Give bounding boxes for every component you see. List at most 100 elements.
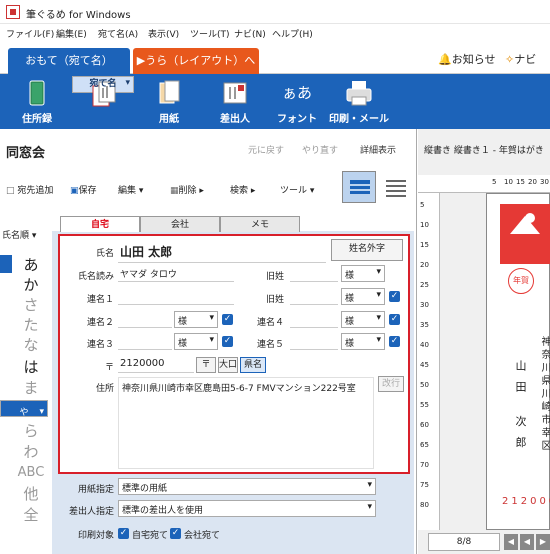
tab-home[interactable]: 自宅 (60, 216, 140, 232)
notice-link[interactable]: 🔔お知らせ (438, 51, 495, 67)
vruler-label: 40 (420, 341, 429, 349)
delete-button[interactable]: ▦削除 ▸ (170, 183, 204, 196)
navi-link[interactable]: ✧ナビ (505, 51, 536, 67)
joint1-field[interactable] (118, 288, 234, 305)
ribbon-paper[interactable]: 用紙 (138, 76, 200, 128)
joint5-honorific-select[interactable]: 様 (341, 333, 385, 350)
trash-icon: ▦ (170, 186, 179, 196)
preview-header: 縦書き 縦書き１ - 年賀はがき (424, 146, 544, 156)
ribbon-address-book[interactable]: 住所録 (6, 76, 68, 128)
kana-index-sa[interactable]: さ (10, 295, 52, 315)
page-indicator: 8/8 (428, 533, 500, 551)
title-bar: 筆ぐるめ for Windows (0, 0, 550, 24)
ribbon-sender[interactable]: 差出人 (204, 76, 266, 128)
joint2-field[interactable] (118, 311, 172, 328)
next-page-button[interactable]: ▶ (536, 534, 550, 550)
postal-lookup-button[interactable]: 〒 (196, 357, 216, 373)
kana-index-ra[interactable]: ら (10, 421, 52, 441)
postal-field[interactable]: 2120000 (118, 356, 194, 373)
save-button[interactable]: ▣保存 (70, 183, 97, 196)
kana-index-ma[interactable]: ま (10, 378, 52, 398)
print-company-checkbox[interactable]: ✓ (170, 528, 181, 539)
old-surname-field[interactable] (290, 265, 338, 282)
ribbon-address-card[interactable]: 宛て名 (72, 76, 134, 107)
first-page-icon: ◀ (507, 537, 515, 546)
name-field[interactable]: 山田 太郎 (118, 241, 326, 263)
joint2-checkbox[interactable]: ✓ (222, 314, 233, 325)
vruler-label: 35 (420, 321, 429, 329)
vruler-label: 45 (420, 361, 429, 369)
old-surname2-field[interactable] (290, 288, 338, 305)
menu-address[interactable]: 宛て名(A) (98, 27, 138, 40)
joint4-checkbox[interactable]: ✓ (389, 314, 400, 325)
redo-link[interactable]: やり直す (302, 143, 338, 156)
joint5-field[interactable] (290, 333, 338, 350)
menu-view[interactable]: 表示(V) (148, 27, 179, 40)
list-view-button[interactable] (382, 177, 408, 199)
paper-spec-select[interactable]: 標準の用紙 (118, 478, 376, 495)
kana-index-all[interactable]: 全 (10, 505, 52, 525)
newline-button[interactable]: 改行 (378, 376, 404, 392)
joint1-honorific-select[interactable]: 様 (341, 288, 385, 305)
joint4-honorific-select[interactable]: 様 (341, 311, 385, 328)
tab-memo[interactable]: メモ (220, 216, 300, 232)
sort-order-dropdown[interactable]: 氏名順 ▾ (2, 228, 36, 241)
ribbon-print-mail[interactable]: 印刷・メール (328, 76, 390, 128)
vruler-label: 55 (420, 401, 429, 409)
menu-edit[interactable]: 編集(E) (56, 27, 87, 40)
joint3-field[interactable] (118, 333, 172, 350)
ribbon: 住所録 宛て名 用紙 差出人 ぁあ フォント 印刷・メール (0, 74, 550, 129)
reading-field[interactable]: ヤマダ タロウ (118, 265, 234, 282)
kana-index-other[interactable]: 他 (10, 484, 52, 504)
joint3-checkbox[interactable]: ✓ (222, 336, 233, 347)
edit-menu-button[interactable]: 編集 ▾ (118, 183, 143, 196)
address-field[interactable]: 神奈川県川崎市幸区鹿島田5-6-7 FMVマンション222号室 (118, 377, 374, 469)
joint2-honorific-select[interactable]: 様 (174, 311, 218, 328)
tab-front[interactable]: おもて（宛て名） (8, 48, 130, 74)
menu-navi[interactable]: ナビ(N) (234, 27, 266, 40)
add-icon: □ (6, 186, 15, 196)
kana-index-ya[interactable]: や (0, 400, 48, 422)
kana-index-wa[interactable]: わ (10, 442, 52, 462)
sender-spec-select[interactable]: 標準の差出人を使用 (118, 500, 376, 517)
tab-back-switch[interactable]: ▶うら（レイアウト）へ切替 (133, 48, 259, 93)
horizontal-ruler: 5 10 15 20 30 (418, 175, 550, 193)
tab-company[interactable]: 会社 (140, 216, 220, 232)
paper-icon (154, 79, 184, 107)
menu-file[interactable]: ファイル(F) (6, 27, 54, 40)
daiguchi-button[interactable]: 大口 (218, 357, 238, 373)
nenga-stamp-image (500, 204, 550, 264)
prev-page-button[interactable]: ◀ (520, 534, 534, 550)
print-home-checkbox[interactable]: ✓ (118, 528, 129, 539)
chevron-down-icon: ▾ (138, 186, 144, 196)
joint5-checkbox[interactable]: ✓ (389, 336, 400, 347)
joint3-honorific-select[interactable]: 様 (174, 333, 218, 350)
first-page-button[interactable]: ◀ (504, 534, 518, 550)
vruler-label: 50 (420, 381, 429, 389)
ribbon-font[interactable]: ぁあ フォント (266, 76, 328, 128)
kana-index-a[interactable]: あ (10, 255, 52, 275)
vruler-label: 60 (420, 421, 429, 429)
ruler-label: 15 (516, 178, 525, 186)
kana-index-abc[interactable]: ABC (10, 463, 52, 483)
joint5-label: 連名５ (256, 340, 284, 350)
honorific-select[interactable]: 様 (341, 265, 385, 282)
kana-index-ta[interactable]: た (10, 315, 52, 335)
kana-index-na[interactable]: な (10, 335, 52, 355)
name-gaiji-button[interactable]: 姓名外字 (331, 239, 403, 261)
prefecture-button[interactable]: 県名 (240, 357, 266, 373)
tools-menu-button[interactable]: ツール ▾ (280, 183, 314, 196)
search-button[interactable]: 検索 ▸ (230, 183, 255, 196)
joint1-checkbox[interactable]: ✓ (389, 291, 400, 302)
joint4-field[interactable] (290, 311, 338, 328)
kana-index-ka[interactable]: か (10, 275, 52, 295)
menu-help[interactable]: ヘルプ(H) (272, 27, 313, 40)
vruler-label: 25 (420, 281, 429, 289)
menu-tools[interactable]: ツール(T) (190, 27, 230, 40)
name-label: 氏名 (95, 249, 114, 259)
card-view-button[interactable] (342, 171, 376, 203)
add-address-button[interactable]: □ 宛先追加 (6, 183, 53, 196)
detail-view-link[interactable]: 詳細表示 (360, 143, 396, 156)
undo-link[interactable]: 元に戻す (248, 143, 284, 156)
kana-index-ha[interactable]: は (10, 357, 52, 377)
